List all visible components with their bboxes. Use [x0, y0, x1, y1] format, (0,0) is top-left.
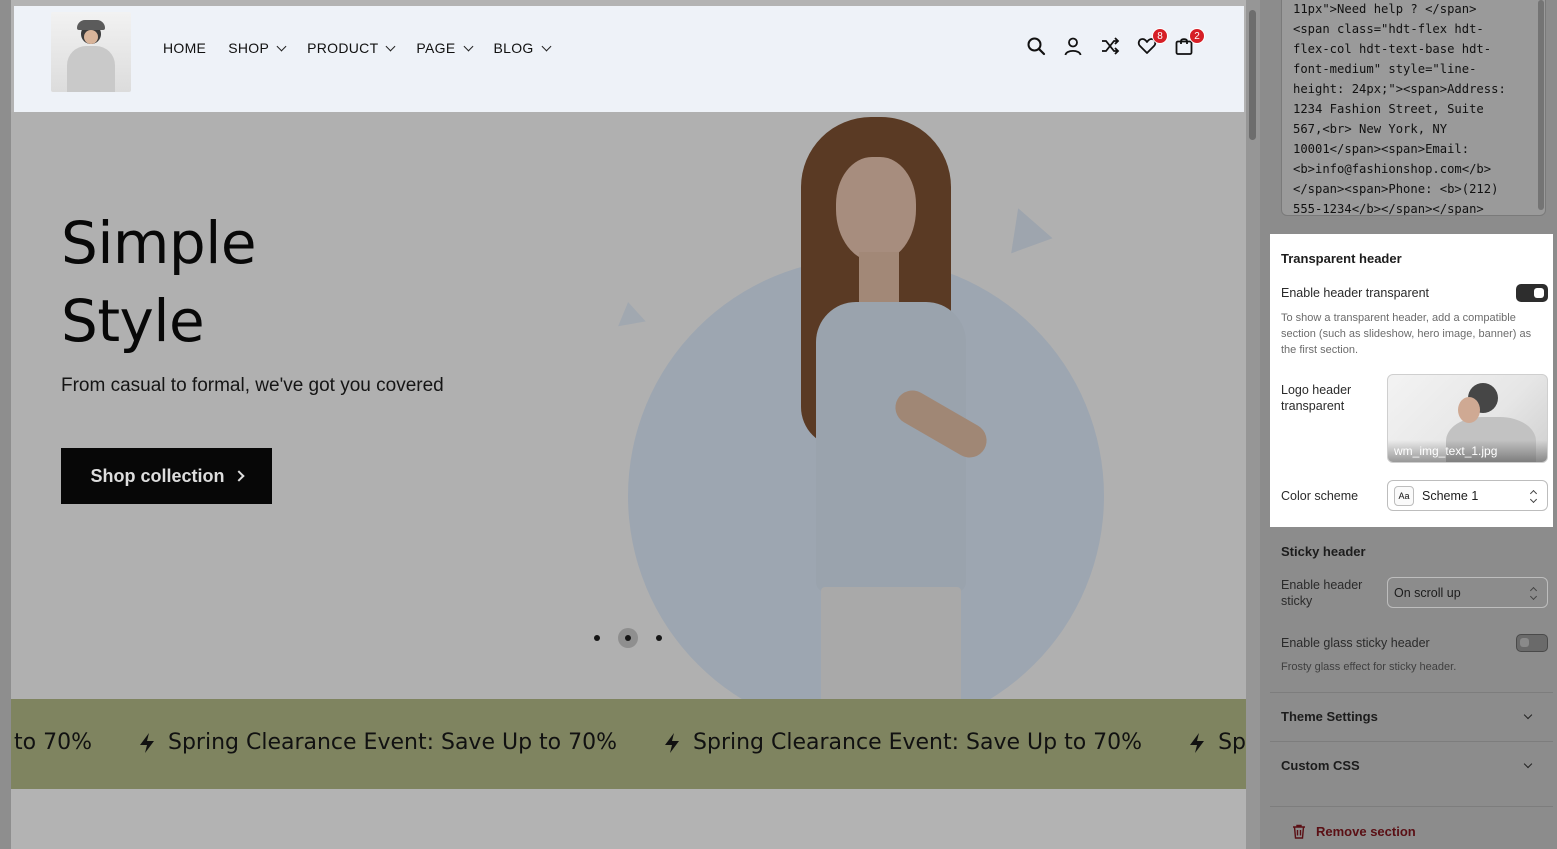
- hero-subtitle: From casual to formal, we've got you cov…: [61, 375, 444, 396]
- hero-model-image: [731, 117, 1021, 699]
- nav-label: PRODUCT: [307, 40, 379, 56]
- nav-item-product[interactable]: PRODUCT: [307, 40, 396, 56]
- chevron-down-icon: [463, 41, 473, 51]
- glass-sticky-toggle[interactable]: [1516, 634, 1548, 652]
- select-arrows-icon: [1530, 490, 1537, 503]
- main-nav: HOME SHOP PRODUCT PAGE BLOG: [163, 40, 572, 56]
- search-icon[interactable]: [1026, 36, 1046, 56]
- trash-icon: [1293, 824, 1305, 839]
- marquee-track: to 70% Spring Clearance Event: Save Up t…: [14, 730, 1246, 755]
- lightning-icon: [665, 732, 680, 753]
- account-icon[interactable]: [1063, 36, 1083, 56]
- slide-pagination: [594, 628, 662, 648]
- glass-help-text: Frosty glass effect for sticky header.: [1281, 661, 1457, 673]
- nav-item-shop[interactable]: SHOP: [228, 40, 287, 56]
- lightning-icon: [139, 732, 154, 753]
- lightning-icon: [1190, 732, 1205, 753]
- html-code-textarea[interactable]: 11px">Need help ? </span> <span class="h…: [1281, 0, 1546, 216]
- logo-figure-body: [67, 46, 115, 92]
- select-value: Scheme 1: [1422, 488, 1479, 503]
- logo-figure-face: [84, 30, 98, 44]
- thumbnail-figure: [1458, 397, 1480, 423]
- scrollbar-thumb[interactable]: [1249, 10, 1256, 140]
- nav-label: PAGE: [416, 40, 456, 56]
- marquee-text: Spring Clearance Event: Save Up to 70%: [167, 730, 618, 755]
- theme-editor: HOME SHOP PRODUCT PAGE BLOG 8 2 Simple S…: [0, 0, 1557, 849]
- enable-sticky-label: Enable header sticky: [1281, 578, 1363, 608]
- remove-section-label: Remove section: [1316, 824, 1416, 839]
- logo[interactable]: [51, 12, 131, 92]
- hero-title-line: Simple: [61, 209, 257, 277]
- cart-count-badge: 2: [1189, 28, 1205, 44]
- slide-dot[interactable]: [594, 635, 600, 641]
- accordion-custom-css[interactable]: Custom CSS: [1270, 741, 1553, 789]
- hero-title-line: Style: [61, 287, 205, 355]
- accordion-label: Theme Settings: [1281, 709, 1378, 724]
- chevron-down-icon: [1523, 759, 1533, 769]
- chevron-right-icon: [232, 470, 245, 482]
- logo-figure-cap: [77, 20, 105, 30]
- site-header[interactable]: HOME SHOP PRODUCT PAGE BLOG 8 2: [14, 6, 1244, 112]
- nav-label: HOME: [163, 40, 207, 56]
- shop-collection-button[interactable]: Shop collection: [61, 448, 272, 504]
- announcement-marquee: to 70% Spring Clearance Event: Save Up t…: [11, 699, 1246, 789]
- select-value: On scroll up: [1394, 585, 1461, 600]
- model-pants: [821, 587, 961, 699]
- nav-item-blog[interactable]: BLOG: [493, 40, 552, 56]
- marquee-text: Spring Clearance Event: Save Up to 70%: [693, 730, 1143, 755]
- preview-scrollbar[interactable]: [1246, 0, 1260, 849]
- enable-transparent-toggle[interactable]: [1516, 284, 1548, 302]
- transparent-help-text: To show a transparent header, add a comp…: [1281, 312, 1532, 356]
- marquee-text: Spr: [1218, 730, 1246, 755]
- wishlist-icon[interactable]: 8: [1137, 28, 1168, 56]
- chevron-down-icon: [541, 41, 552, 51]
- remove-section-button[interactable]: Remove section: [1270, 806, 1553, 849]
- transparent-header-title: Transparent header: [1281, 251, 1402, 266]
- button-label: Shop collection: [90, 465, 225, 486]
- nav-label: BLOG: [493, 40, 534, 56]
- accordion-theme-settings[interactable]: Theme Settings: [1270, 692, 1553, 740]
- cart-icon[interactable]: 2: [1174, 28, 1205, 56]
- chevron-down-icon: [385, 41, 396, 51]
- model-top: [816, 302, 966, 592]
- accordion-label: Custom CSS: [1281, 758, 1360, 773]
- chevron-down-icon: [1523, 710, 1533, 720]
- nav-item-home[interactable]: HOME: [163, 40, 206, 56]
- textarea-scrollbar[interactable]: [1538, 0, 1544, 210]
- select-arrows-icon: [1530, 587, 1537, 600]
- marquee-item: to 70%: [14, 730, 92, 755]
- hero-slideshow: Simple Style From casual to formal, we'v…: [11, 112, 1246, 699]
- preview-frame: HOME SHOP PRODUCT PAGE BLOG 8 2 Simple S…: [11, 0, 1246, 849]
- transparent-header-panel: Transparent header Enable header transpa…: [1270, 234, 1553, 527]
- next-section-preview: [11, 789, 1246, 849]
- slide-dot[interactable]: [656, 635, 662, 641]
- nav-item-page[interactable]: PAGE: [416, 40, 473, 56]
- marquee-item: Spr: [1188, 730, 1246, 755]
- color-scheme-select[interactable]: Aa Scheme 1: [1387, 480, 1548, 511]
- color-scheme-label: Color scheme: [1281, 489, 1359, 503]
- color-scheme-icon: Aa: [1394, 485, 1414, 506]
- header-icons: 8 2: [1026, 28, 1205, 56]
- logo-transparent-label: Logo header transparent: [1281, 383, 1352, 413]
- nav-label: SHOP: [228, 40, 270, 56]
- settings-sidebar: 11px">Need help ? </span> <span class="h…: [1260, 0, 1557, 849]
- wishlist-count-badge: 8: [1152, 28, 1168, 44]
- chevron-down-icon: [276, 41, 287, 51]
- sticky-header-title: Sticky header: [1281, 544, 1366, 559]
- hero-title: Simple Style: [61, 204, 257, 360]
- marquee-text: to 70%: [14, 730, 92, 755]
- marquee-item: Spring Clearance Event: Save Up to 70%: [138, 730, 617, 755]
- slide-dot-active[interactable]: [618, 628, 638, 648]
- compare-icon[interactable]: [1100, 36, 1120, 56]
- marquee-item: Spring Clearance Event: Save Up to 70%: [663, 730, 1142, 755]
- enable-transparent-label: Enable header transparent: [1281, 286, 1430, 300]
- model-face: [836, 157, 916, 262]
- preview-pane: HOME SHOP PRODUCT PAGE BLOG 8 2 Simple S…: [0, 0, 1260, 849]
- sticky-mode-select[interactable]: On scroll up: [1387, 577, 1548, 608]
- image-filename: wm_img_text_1.jpg: [1388, 440, 1547, 462]
- glass-sticky-label: Enable glass sticky header: [1281, 636, 1430, 650]
- logo-image-picker[interactable]: wm_img_text_1.jpg: [1387, 374, 1548, 463]
- decor-triangle: [614, 299, 646, 327]
